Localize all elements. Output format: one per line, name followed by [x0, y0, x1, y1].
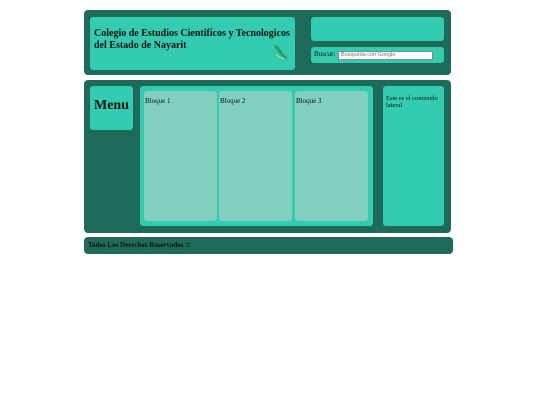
search-bar: Buscar: [311, 47, 444, 63]
search-input[interactable] [338, 51, 433, 60]
footer-text: Todos Los Derechos Reservados © [88, 241, 191, 249]
menu-box[interactable]: Menu [90, 86, 133, 130]
title-box: Colegio de Estudios Cientificos y Tecnol… [90, 17, 295, 70]
header-banner [311, 17, 444, 41]
blocks-container: Bloque 1 Bloque 2 Bloque 3 [140, 86, 373, 226]
block-2: Bloque 2 [219, 91, 292, 221]
block-3: Bloque 3 [295, 91, 368, 221]
menu-title: Menu [94, 98, 129, 113]
main-content: Menu Bloque 1 Bloque 2 Bloque 3 Este es … [84, 80, 451, 233]
sidebar-text: Este es el contenido lateral [386, 95, 438, 109]
sidebar: Este es el contenido lateral [383, 86, 444, 226]
block-2-label: Bloque 2 [220, 97, 246, 105]
block-3-label: Bloque 3 [296, 97, 322, 105]
site-title: Colegio de Estudios Cientificos y Tecnol… [94, 28, 290, 51]
header: Colegio de Estudios Cientificos y Tecnol… [84, 10, 451, 75]
search-label: Buscar: [314, 50, 336, 58]
block-1: Bloque 1 [144, 91, 217, 221]
footer: Todos Los Derechos Reservados © [84, 237, 453, 254]
block-1-label: Bloque 1 [145, 97, 171, 105]
nayarit-map-logo-icon [273, 44, 289, 60]
